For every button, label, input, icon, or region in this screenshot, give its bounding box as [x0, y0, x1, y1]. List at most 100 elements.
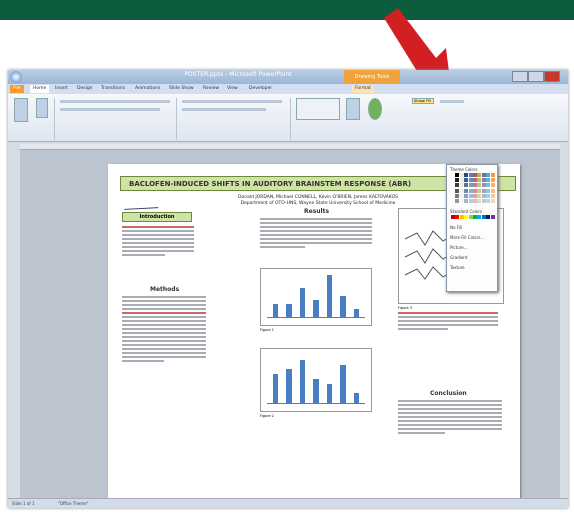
- picture-option[interactable]: Picture...: [450, 245, 468, 250]
- minimize-button[interactable]: [512, 71, 528, 82]
- tab-review[interactable]: Review: [200, 85, 222, 93]
- theme-color-swatch[interactable]: [468, 199, 473, 203]
- standard-color-swatch[interactable]: [451, 215, 455, 219]
- theme-color-swatch[interactable]: [455, 199, 460, 203]
- theme-color-swatch[interactable]: [468, 173, 473, 177]
- font-name-box[interactable]: [60, 100, 170, 103]
- theme-color-swatch[interactable]: [455, 188, 460, 193]
- theme-color-swatch[interactable]: [455, 173, 460, 177]
- theme-color-swatch[interactable]: [490, 173, 495, 177]
- figure-2-chart[interactable]: [260, 348, 372, 412]
- theme-color-swatch[interactable]: [477, 173, 482, 177]
- theme-color-swatch[interactable]: [455, 178, 460, 183]
- tab-format[interactable]: Format: [352, 85, 374, 93]
- new-slide-button[interactable]: [36, 98, 48, 118]
- app-icon[interactable]: [10, 71, 22, 83]
- theme-color-swatch[interactable]: [464, 199, 469, 203]
- theme-color-swatch[interactable]: [473, 188, 477, 193]
- theme-color-swatch[interactable]: [481, 183, 486, 188]
- tab-transitions[interactable]: Transitions: [98, 85, 128, 93]
- tab-file[interactable]: File: [10, 85, 24, 93]
- shapes-gallery[interactable]: [296, 98, 340, 120]
- theme-color-swatch[interactable]: [486, 183, 491, 188]
- theme-color-swatch[interactable]: [490, 199, 495, 203]
- tab-design[interactable]: Design: [74, 85, 96, 93]
- theme-color-swatch[interactable]: [486, 173, 491, 177]
- theme-color-swatch[interactable]: [481, 199, 486, 203]
- theme-color-swatch[interactable]: [459, 199, 464, 203]
- theme-color-swatch[interactable]: [468, 183, 473, 188]
- theme-color-swatch[interactable]: [451, 193, 455, 198]
- theme-color-swatch[interactable]: [464, 183, 469, 188]
- tab-view[interactable]: View: [224, 85, 241, 93]
- paragraph-buttons[interactable]: [182, 100, 282, 103]
- shape-fill-button[interactable]: Shape Fill: [412, 98, 434, 104]
- theme-color-swatch[interactable]: [464, 173, 469, 177]
- theme-color-swatch[interactable]: [468, 178, 473, 183]
- standard-color-row[interactable]: [451, 215, 495, 220]
- theme-color-swatch[interactable]: [486, 199, 491, 203]
- theme-color-swatch[interactable]: [481, 173, 486, 177]
- theme-color-swatch[interactable]: [490, 183, 495, 188]
- theme-color-swatch[interactable]: [455, 193, 460, 198]
- theme-color-swatch[interactable]: [459, 193, 464, 198]
- tab-developer[interactable]: Developer: [246, 85, 275, 93]
- theme-color-swatch[interactable]: [486, 178, 491, 183]
- theme-color-swatch[interactable]: [490, 193, 495, 198]
- tab-home[interactable]: Home: [30, 85, 50, 93]
- standard-color-swatch[interactable]: [473, 215, 477, 219]
- theme-color-swatch[interactable]: [468, 188, 473, 193]
- theme-color-grid[interactable]: [451, 173, 495, 205]
- theme-color-swatch[interactable]: [459, 188, 464, 193]
- alignment-buttons[interactable]: [182, 108, 266, 111]
- theme-color-swatch[interactable]: [459, 173, 464, 177]
- close-button[interactable]: [544, 71, 560, 82]
- more-fill-colors-option[interactable]: More Fill Colors...: [450, 235, 484, 240]
- standard-color-swatch[interactable]: [486, 215, 491, 219]
- theme-color-swatch[interactable]: [473, 193, 477, 198]
- standard-color-swatch[interactable]: [468, 215, 473, 219]
- theme-color-swatch[interactable]: [490, 188, 495, 193]
- theme-color-swatch[interactable]: [464, 193, 469, 198]
- theme-color-swatch[interactable]: [473, 199, 477, 203]
- standard-color-swatch[interactable]: [490, 215, 495, 219]
- texture-option[interactable]: Texture: [450, 265, 465, 270]
- theme-color-swatch[interactable]: [477, 178, 482, 183]
- tab-animations[interactable]: Animations: [132, 85, 163, 93]
- theme-color-swatch[interactable]: [451, 188, 455, 193]
- theme-color-swatch[interactable]: [490, 178, 495, 183]
- standard-color-swatch[interactable]: [464, 215, 469, 219]
- tab-insert[interactable]: Insert: [52, 85, 71, 93]
- gradient-option[interactable]: Gradient: [450, 255, 467, 260]
- standard-color-swatch[interactable]: [459, 215, 464, 219]
- theme-color-swatch[interactable]: [477, 188, 482, 193]
- figure-1-chart[interactable]: [260, 268, 372, 326]
- theme-color-swatch[interactable]: [477, 193, 482, 198]
- tab-slide-show[interactable]: Slide Show: [166, 85, 197, 93]
- theme-color-swatch[interactable]: [459, 183, 464, 188]
- theme-color-swatch[interactable]: [486, 188, 491, 193]
- theme-color-swatch[interactable]: [477, 183, 482, 188]
- quick-styles-button[interactable]: [368, 98, 382, 120]
- theme-color-swatch[interactable]: [455, 183, 460, 188]
- theme-color-swatch[interactable]: [464, 188, 469, 193]
- theme-color-swatch[interactable]: [481, 178, 486, 183]
- theme-color-swatch[interactable]: [451, 199, 455, 203]
- theme-color-swatch[interactable]: [473, 173, 477, 177]
- shape-fill-dropdown[interactable]: Theme Colors Standard Colors No Fill Mor…: [446, 164, 498, 292]
- theme-color-swatch[interactable]: [451, 178, 455, 183]
- theme-color-swatch[interactable]: [451, 173, 455, 177]
- find-button[interactable]: [440, 100, 464, 103]
- theme-color-swatch[interactable]: [481, 188, 486, 193]
- theme-color-swatch[interactable]: [468, 193, 473, 198]
- standard-color-swatch[interactable]: [455, 215, 460, 219]
- theme-color-swatch[interactable]: [464, 178, 469, 183]
- font-format-buttons[interactable]: [60, 108, 160, 111]
- theme-color-swatch[interactable]: [486, 193, 491, 198]
- theme-color-swatch[interactable]: [451, 183, 455, 188]
- theme-color-swatch[interactable]: [459, 178, 464, 183]
- theme-color-swatch[interactable]: [477, 199, 482, 203]
- theme-color-swatch[interactable]: [481, 193, 486, 198]
- standard-color-swatch[interactable]: [481, 215, 486, 219]
- standard-color-swatch[interactable]: [477, 215, 482, 219]
